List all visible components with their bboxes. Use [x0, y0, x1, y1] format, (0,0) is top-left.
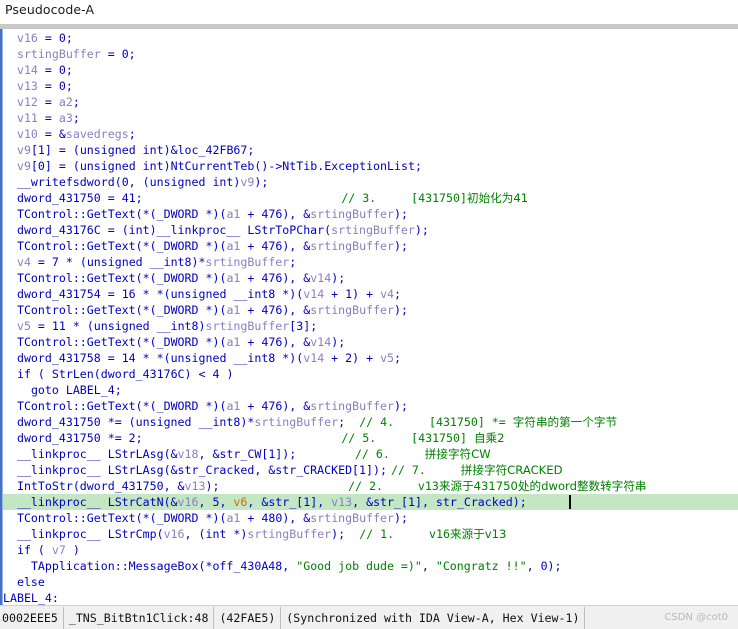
code-line[interactable]: TControl::GetText(*(_DWORD *)(a1 + 476),… [3, 398, 738, 414]
code-line[interactable]: __writefsdword(0, (unsigned int)v9); [3, 174, 738, 190]
code-line-text: TControl::GetText(*(_DWORD *)(a1 + 476),… [16, 207, 408, 221]
code-editor[interactable]: v16 = 0; srtingBuffer = 0; v14 = 0; v13 … [3, 30, 738, 605]
code-line[interactable]: __linkproc__ LStrLAsg(&str_Cracked, &str… [3, 462, 738, 478]
code-line[interactable]: __linkproc__ LStrCmp(v16, (int *)srtingB… [3, 526, 738, 542]
code-line-text: dword_431750 *= 2; [16, 431, 143, 445]
code-line-comment: // 3. [431750]初始化为41 [341, 191, 529, 205]
code-line-text: if ( StrLen(dword_43176C) < 4 ) [16, 367, 234, 381]
code-line-text: IntToStr(dword_431750, &v13); [16, 479, 220, 493]
code-line-text: srtingBuffer = 0; [16, 47, 136, 61]
code-line[interactable]: v14 = 0; [3, 62, 738, 78]
code-line-comment: // 1. v16来源于v13 [359, 527, 507, 541]
code-line[interactable]: IntToStr(dword_431750, &v13); // 2. v13来源… [3, 478, 738, 494]
pseudocode-view: v16 = 0; srtingBuffer = 0; v14 = 0; v13 … [0, 24, 738, 605]
code-line[interactable]: dword_431750 *= (unsigned __int8)*srting… [3, 414, 738, 430]
code-line[interactable]: v11 = a3; [3, 110, 738, 126]
status-bar: 0002EEE5 _TNS_BitBtn1Click:48 (42FAE5) (… [0, 605, 738, 629]
code-line-comment: // 2. v13来源于431750处的dword整数转字符串 [348, 479, 647, 493]
code-line-comment: // 4. [431750] *= 字符串的第一个字节 [359, 415, 618, 429]
code-line-text: dword_431754 = 16 * *(unsigned __int8 *)… [16, 287, 402, 301]
tab-bar: Pseudocode-A [0, 0, 738, 24]
code-line[interactable]: srtingBuffer = 0; [3, 46, 738, 62]
code-line-text: dword_431750 *= (unsigned __int8)*srting… [16, 415, 346, 429]
code-line-text: __linkproc__ LStrLAsg(&v18, &str_CW[1]); [16, 447, 297, 461]
code-line-text: v14 = 0; [16, 63, 73, 77]
status-file-offset: 0002EEE5 [0, 606, 64, 629]
code-line-text: v10 = &savedregs; [16, 127, 136, 141]
code-line-text: v11 = a3; [16, 111, 80, 125]
code-line-text: TControl::GetText(*(_DWORD *)(a1 + 476),… [16, 335, 346, 349]
code-line-text: v5 = 11 * (unsigned __int8)srtingBuffer[… [16, 319, 318, 333]
code-line[interactable]: TControl::GetText(*(_DWORD *)(a1 + 476),… [3, 334, 738, 350]
code-line[interactable]: dword_431754 = 16 * *(unsigned __int8 *)… [3, 286, 738, 302]
code-line[interactable]: dword_43176C = (int)__linkproc__ LStrToP… [3, 222, 738, 238]
code-line-text: dword_431758 = 14 * *(unsigned __int8 *)… [16, 351, 402, 365]
code-line-text: v16 = 0; [16, 31, 73, 45]
code-line-text: v9[0] = (unsigned int)NtCurrentTeb()->Nt… [16, 159, 422, 173]
code-line-text: TControl::GetText(*(_DWORD *)(a1 + 476),… [16, 303, 408, 317]
code-line-text: else [16, 575, 45, 589]
code-line[interactable]: goto LABEL_4; [3, 382, 738, 398]
code-line[interactable]: if ( StrLen(dword_43176C) < 4 ) [3, 366, 738, 382]
status-function-name: _TNS_BitBtn1Click:48 [64, 606, 215, 629]
status-sync-info: (Synchronized with IDA View-A, Hex View-… [281, 606, 586, 629]
code-line[interactable]: TControl::GetText(*(_DWORD *)(a1 + 480),… [3, 510, 738, 526]
code-line-text: if ( v7 ) [16, 543, 80, 557]
code-line[interactable]: TControl::GetText(*(_DWORD *)(a1 + 476),… [3, 238, 738, 254]
code-line[interactable]: v10 = &savedregs; [3, 126, 738, 142]
watermark-label: CSDN @cot0 [664, 612, 728, 623]
code-line[interactable]: TControl::GetText(*(_DWORD *)(a1 + 476),… [3, 270, 738, 286]
code-line-text: dword_43176C = (int)__linkproc__ LStrToP… [16, 223, 429, 237]
code-line-text: TApplication::MessageBox(*off_430A48, "G… [30, 559, 562, 573]
code-line-text: __linkproc__ LStrLAsg(&str_Cracked, &str… [16, 463, 387, 477]
code-line-text: __writefsdword(0, (unsigned int)v9); [16, 175, 269, 189]
code-line[interactable]: v4 = 7 * (unsigned __int8)*srtingBuffer; [3, 254, 738, 270]
code-line-text: TControl::GetText(*(_DWORD *)(a1 + 480),… [16, 511, 408, 525]
code-line-selected[interactable]: __linkproc__ LStrCatN(&v16, 5, v6, &str_… [3, 494, 738, 510]
code-line-comment: // 6. 拼接字符CW [354, 447, 491, 461]
code-line[interactable]: dword_431750 = 41; // 3. [431750]初始化为41 [3, 190, 738, 206]
code-line-text: v9[1] = (unsigned int)&loc_42FB67; [16, 143, 255, 157]
code-line-text: v12 = a2; [16, 95, 80, 109]
code-line[interactable]: v9[0] = (unsigned int)NtCurrentTeb()->Nt… [3, 158, 738, 174]
code-line-comment: // 7. 拼接字符CRACKED [390, 463, 563, 477]
code-line[interactable]: v16 = 0; [3, 30, 738, 46]
status-virtual-address: (42FAE5) [214, 606, 282, 629]
code-line[interactable]: v12 = a2; [3, 94, 738, 110]
code-line[interactable]: dword_431750 *= 2; // 5. [431750] 自乘2 [3, 430, 738, 446]
code-line[interactable]: LABEL_4: [3, 590, 738, 605]
code-line[interactable]: v5 = 11 * (unsigned __int8)srtingBuffer[… [3, 318, 738, 334]
code-line[interactable]: dword_431758 = 14 * *(unsigned __int8 *)… [3, 350, 738, 366]
code-line-text: TControl::GetText(*(_DWORD *)(a1 + 476),… [16, 399, 408, 413]
code-line-text: v13 = 0; [16, 79, 73, 93]
code-line-text: TControl::GetText(*(_DWORD *)(a1 + 476),… [16, 239, 408, 253]
code-line[interactable]: TApplication::MessageBox(*off_430A48, "G… [3, 558, 738, 574]
code-line-text: __linkproc__ LStrCmp(v16, (int *)srtingB… [16, 527, 346, 541]
code-line-text: v4 = 7 * (unsigned __int8)*srtingBuffer; [16, 255, 297, 269]
code-line[interactable]: TControl::GetText(*(_DWORD *)(a1 + 476),… [3, 302, 738, 318]
code-line[interactable]: v13 = 0; [3, 78, 738, 94]
code-line-text: __linkproc__ LStrCatN(&v16, 5, v6, &str_… [16, 495, 527, 509]
code-line[interactable]: TControl::GetText(*(_DWORD *)(a1 + 476),… [3, 206, 738, 222]
code-line[interactable]: else [3, 574, 738, 590]
tab-pseudocode-a[interactable]: Pseudocode-A [5, 2, 94, 17]
code-line-text: TControl::GetText(*(_DWORD *)(a1 + 476),… [16, 271, 346, 285]
code-line-text: dword_431750 = 41; [16, 191, 143, 205]
code-line-text: LABEL_4: [3, 591, 59, 605]
code-line-comment: // 5. [431750] 自乘2 [341, 431, 505, 445]
code-line[interactable]: __linkproc__ LStrLAsg(&v18, &str_CW[1]);… [3, 446, 738, 462]
code-line-text: goto LABEL_4; [30, 383, 122, 397]
view-top-border [0, 24, 738, 29]
code-line[interactable]: if ( v7 ) [3, 542, 738, 558]
code-line[interactable]: v9[1] = (unsigned int)&loc_42FB67; [3, 142, 738, 158]
